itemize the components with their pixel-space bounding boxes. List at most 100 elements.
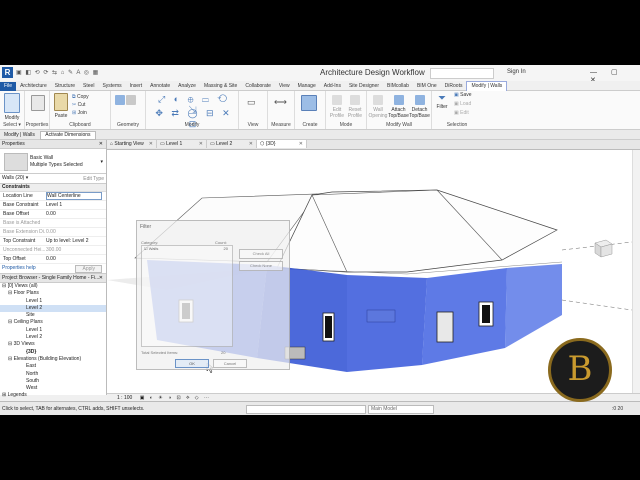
tree-node[interactable]: Level 2: [0, 334, 106, 341]
constraints-section[interactable]: Constraints: [0, 184, 106, 192]
reset-profile-button[interactable]: Reset Profile: [346, 95, 364, 119]
property-row[interactable]: Top Constraint Up to level: Level 2: [0, 237, 106, 246]
viewcube-icon[interactable]: [590, 237, 616, 259]
tab-steel[interactable]: Steel: [79, 82, 98, 91]
tree-node[interactable]: ⊟ 3D Views: [0, 341, 106, 348]
property-row[interactable]: Top Offset 0.00: [0, 255, 106, 264]
base-offset-field[interactable]: 0.00: [46, 210, 100, 218]
type-selector[interactable]: Basic Wall Multiple Types Selected ▾: [0, 149, 106, 174]
tab-level-2[interactable]: ▭ Level 2 ✕: [207, 140, 257, 148]
close-icon[interactable]: ✕: [149, 140, 153, 148]
edit-type-button[interactable]: Edit Type: [83, 175, 104, 184]
property-row[interactable]: Location Line Wall Centerline: [0, 192, 106, 201]
apply-button[interactable]: Apply: [75, 265, 102, 273]
filter-button[interactable]: ⏷ Filter: [434, 93, 450, 110]
close-icon[interactable]: ✕: [299, 140, 303, 148]
property-row[interactable]: Base Constraint Level 1: [0, 201, 106, 210]
tab-diroots[interactable]: DiRoots: [441, 82, 467, 91]
tab-analyze[interactable]: Analyze: [174, 82, 200, 91]
tab-structure[interactable]: Structure: [51, 82, 79, 91]
tab-massing-site[interactable]: Massing & Site: [200, 82, 241, 91]
list-item[interactable]: ☑ Walls 20: [142, 246, 232, 252]
tree-node[interactable]: ⊟ Elevations (Building Elevation): [0, 356, 106, 363]
paste-button[interactable]: Paste: [53, 93, 69, 119]
tree-node[interactable]: East: [0, 363, 106, 370]
wall-opening-button[interactable]: Wall Opening: [368, 95, 388, 119]
tree-node[interactable]: South: [0, 378, 106, 385]
tab-add-ins[interactable]: Add-Ins: [320, 82, 345, 91]
tab-file[interactable]: File: [0, 82, 17, 91]
filter-dialog[interactable]: Filter Category: Count: ☑ Walls 20 Check …: [136, 220, 290, 370]
tab-systems[interactable]: Systems: [98, 82, 125, 91]
properties-button[interactable]: [31, 95, 45, 113]
tree-node[interactable]: Level 1: [0, 327, 106, 334]
tab-architecture[interactable]: Architecture: [16, 82, 51, 91]
properties-help-link[interactable]: Properties help: [2, 264, 36, 273]
load-selection-button[interactable]: ▣ Load: [454, 101, 471, 107]
side-wall[interactable]: [505, 264, 562, 348]
tab-bimcollab[interactable]: BIMcollab: [383, 82, 413, 91]
geometry-tools[interactable]: [115, 95, 137, 107]
copy-button[interactable]: ⧉ Copy: [72, 94, 89, 100]
tab-modify-walls[interactable]: Modify | Walls: [466, 81, 508, 91]
edit-selection-button[interactable]: ▣ Edit: [454, 110, 469, 116]
tree-node[interactable]: Level 1: [0, 298, 106, 305]
tree-node[interactable]: West: [0, 385, 106, 392]
cut-button[interactable]: ✂ Cut: [72, 102, 85, 108]
edit-profile-button[interactable]: Edit Profile: [328, 95, 346, 119]
close-icon[interactable]: ✕: [199, 140, 203, 148]
detach-top-base-button[interactable]: Detach Top/Base: [409, 95, 430, 119]
tree-node[interactable]: ⊞ Legends: [0, 392, 106, 399]
measure-button[interactable]: ⟷: [274, 97, 287, 108]
cancel-button[interactable]: Cancel: [213, 359, 247, 368]
save-selection-button[interactable]: ▣ Save: [454, 92, 472, 98]
location-line-field[interactable]: Wall Centerline: [46, 192, 102, 200]
check-none-button[interactable]: Check None: [239, 261, 283, 271]
close-icon[interactable]: ✕: [249, 140, 253, 148]
tree-node[interactable]: ⊟ Ceiling Plans: [0, 319, 106, 326]
close-icon[interactable]: ✕: [99, 140, 103, 148]
top-offset-field[interactable]: 0.00: [46, 255, 100, 263]
ok-button[interactable]: OK: [175, 359, 209, 368]
hide-in-view-button[interactable]: ▭: [247, 97, 256, 108]
tree-node[interactable]: ⊟ [0] Views (all): [0, 283, 106, 290]
attach-top-base-button[interactable]: Attach Top/Base: [388, 95, 409, 119]
tree-node[interactable]: North: [0, 371, 106, 378]
workset-field[interactable]: [246, 405, 366, 414]
tree-node[interactable]: ⊟ Floor Plans: [0, 290, 106, 297]
revit-logo-icon[interactable]: R: [2, 67, 13, 78]
sign-in-button[interactable]: Sign In: [507, 69, 526, 75]
tab-manage[interactable]: Manage: [294, 82, 320, 91]
chevron-down-icon[interactable]: ▾: [100, 159, 103, 165]
base-constraint-field[interactable]: Level 1: [46, 201, 100, 209]
close-icon[interactable]: ✕: [99, 274, 103, 282]
select-group-label[interactable]: Select ▾: [0, 122, 24, 128]
activate-dimensions-button[interactable]: Activate Dimensions: [40, 131, 96, 140]
tree-node[interactable]: Level 2: [0, 304, 106, 313]
tab-3d-view[interactable]: ⬡ {3D} ✕: [257, 140, 307, 148]
front-right-wall[interactable]: [422, 268, 507, 365]
tree-node[interactable]: {3D}: [0, 349, 106, 356]
quick-access-toolbar[interactable]: ▣ ◧ ⟲ ⟳ ⇆ ⌂ ✎ A ◎ ▦: [16, 69, 99, 76]
modify-button[interactable]: Modify: [3, 93, 21, 121]
join-button[interactable]: ⊞ Join: [72, 110, 87, 116]
top-constraint-field[interactable]: Up to level: Level 2: [46, 237, 100, 245]
tree-node[interactable]: Site: [0, 312, 106, 319]
chevron-down-icon[interactable]: ▾: [26, 175, 29, 181]
tab-level-1[interactable]: ▭ Level 1 ✕: [157, 140, 207, 148]
instance-filter[interactable]: Walls (20) ▾ Edit Type: [0, 174, 106, 184]
tab-starting-view[interactable]: ⌂ Starting View ✕: [107, 140, 157, 148]
check-all-button[interactable]: Check All: [239, 249, 283, 259]
tab-insert[interactable]: Insert: [126, 82, 147, 91]
design-option-field[interactable]: Main Model: [368, 405, 434, 414]
tab-view[interactable]: View: [275, 82, 294, 91]
tab-site-designer[interactable]: Site Designer: [345, 82, 383, 91]
property-row[interactable]: Base Offset 0.00: [0, 210, 106, 219]
tab-annotate[interactable]: Annotate: [146, 82, 174, 91]
category-list[interactable]: ☑ Walls 20: [141, 245, 233, 347]
search-input[interactable]: [430, 68, 494, 79]
tab-collaborate[interactable]: Collaborate: [241, 82, 275, 91]
tab-bim-one[interactable]: BIM One: [413, 82, 441, 91]
create-similar-button[interactable]: [301, 95, 317, 113]
navigation-bar[interactable]: [632, 150, 640, 393]
